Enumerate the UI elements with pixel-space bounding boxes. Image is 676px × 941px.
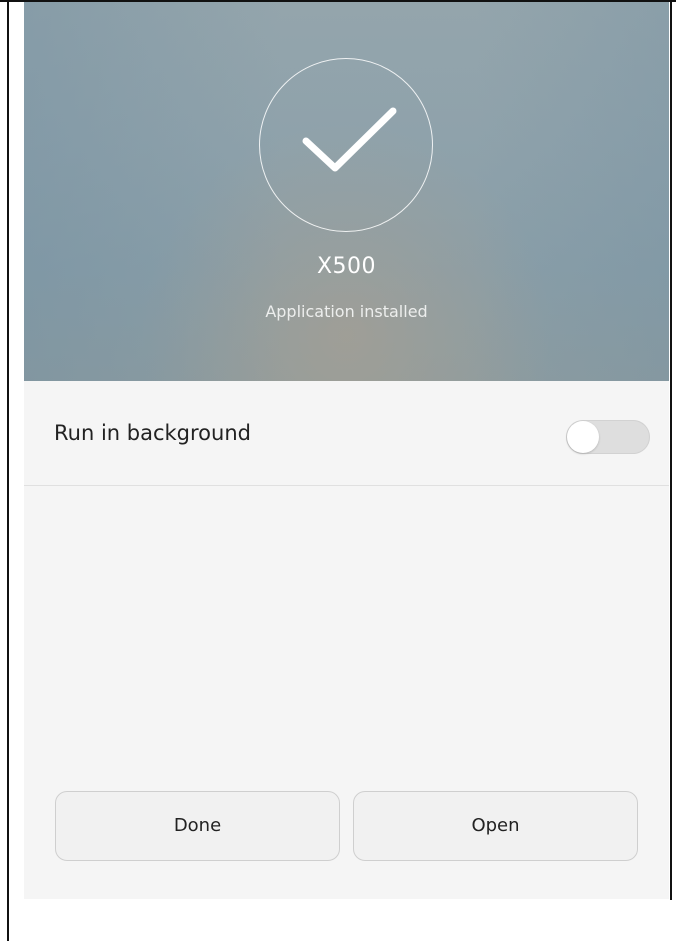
run-in-background-label: Run in background [54, 421, 251, 445]
install-status: Application installed [265, 302, 428, 321]
frame-left-border [7, 0, 9, 941]
install-complete-screen: X500 Application installed Run in backgr… [24, 2, 669, 899]
install-header: X500 Application installed [24, 2, 669, 381]
run-in-background-toggle[interactable] [566, 420, 650, 454]
checkmark-icon [259, 58, 433, 232]
app-name: X500 [316, 254, 377, 279]
toggle-knob [567, 421, 599, 453]
frame-right-border [670, 0, 672, 900]
run-in-background-row[interactable]: Run in background [24, 381, 669, 486]
done-button[interactable]: Done [55, 791, 340, 861]
open-button[interactable]: Open [353, 791, 638, 861]
